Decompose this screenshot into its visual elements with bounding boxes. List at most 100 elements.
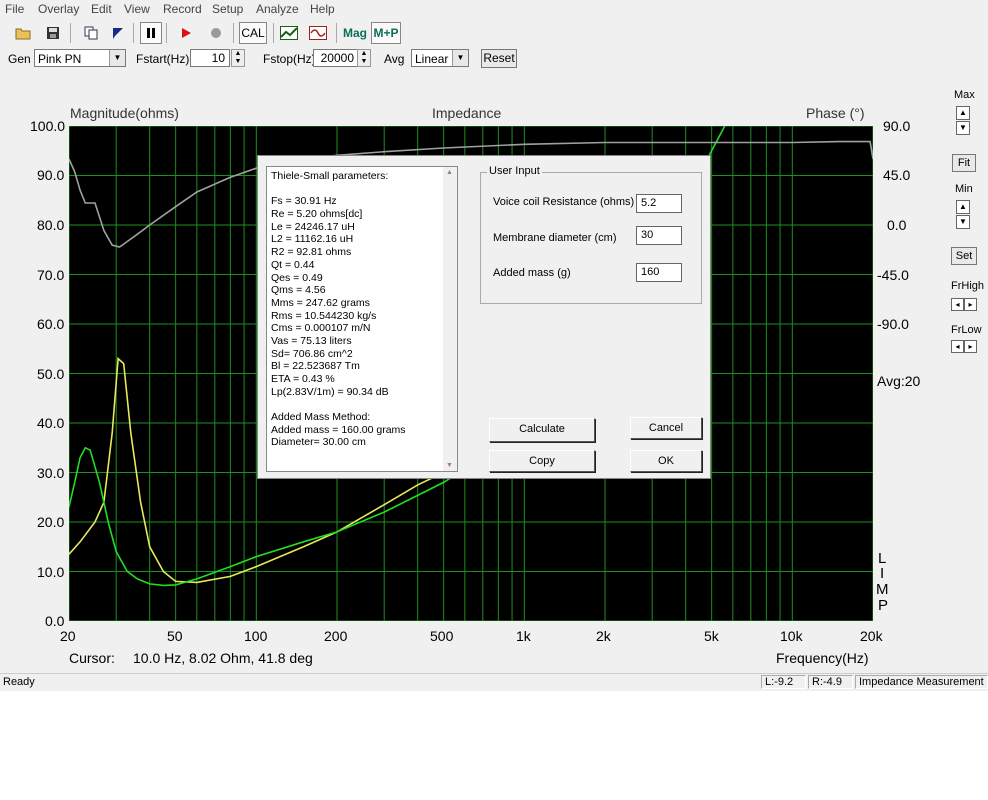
mp-button[interactable]: M+P [371, 22, 401, 44]
y-tick-label: 0.0 [45, 613, 65, 629]
fstop-spinner[interactable]: ▲ ▼ [357, 49, 371, 67]
phase-axis-title: Phase (°) [806, 105, 865, 121]
ts-parameter-line: Mms = 247.62 grams [271, 296, 370, 309]
ts-parameters-list[interactable]: Thiele-Small parameters: Fs = 30.91 Hz Re … [266, 166, 458, 472]
ts-parameter-line: Vas = 75.13 liters [271, 334, 352, 347]
fstart-input[interactable]: 10 [190, 49, 230, 67]
y-tick-label: 100.0 [30, 118, 66, 134]
x-tick-label: 100 [244, 628, 268, 644]
scrollbar[interactable]: ▲ ▼ [443, 167, 457, 471]
limp-letter: I [880, 565, 885, 582]
gen-select[interactable]: Pink PN ▼ [34, 49, 126, 67]
ts-parameter-line: Lp(2.83V/1m) = 90.34 dB [271, 385, 389, 398]
control-bar: Gen Pink PN ▼ Fstart(Hz) 10 ▲ ▼ Fstop(Hz)… [0, 46, 988, 70]
membrane-diameter-label: Membrane diameter (cm) [493, 232, 617, 244]
waveform-icon[interactable] [307, 22, 329, 44]
added-mass-input[interactable]: 160 [636, 263, 682, 282]
min-down-arrow-icon[interactable]: ▼ [956, 215, 970, 229]
fstop-input[interactable]: 20000 [313, 49, 359, 67]
cancel-button[interactable]: Cancel [630, 417, 702, 439]
min-up-arrow-icon[interactable]: ▲ [956, 200, 970, 214]
status-mode: Impedance Measurement [855, 675, 988, 689]
menu-view[interactable]: View [124, 2, 150, 16]
stop-icon[interactable] [205, 22, 227, 44]
menu-help[interactable]: Help [310, 2, 335, 16]
phase-tick-label: -90.0 [877, 316, 909, 332]
cursor-label: Cursor: [69, 650, 115, 666]
ts-parameter-line: Re = 5.20 ohms[dc] [271, 208, 363, 221]
ts-parameter-line: Added Mass Method: [271, 411, 371, 424]
x-tick-label: 1k [516, 628, 531, 644]
menu-overlay[interactable]: Overlay [38, 2, 79, 16]
limp-letter: M [876, 581, 889, 598]
ts-parameter-line: Qes = 0.49 [271, 271, 323, 284]
phase-tick-label: 90.0 [883, 118, 911, 134]
x-tick-label: 200 [324, 628, 348, 644]
voice-coil-input[interactable]: 5.2 [636, 194, 682, 213]
fstart-spinner[interactable]: ▲ ▼ [231, 49, 245, 67]
ts-parameter-line: Rms = 10.544230 kg/s [271, 309, 377, 322]
menu-setup[interactable]: Setup [212, 2, 243, 16]
flag-icon[interactable] [107, 22, 129, 44]
calculate-button[interactable]: Calculate [489, 418, 595, 442]
copy-icon[interactable] [80, 22, 102, 44]
ts-parameter-line: Le = 24246.17 uH [271, 220, 355, 233]
reset-button[interactable]: Reset [481, 49, 517, 68]
y-tick-label: 20.0 [37, 514, 65, 530]
menu-bar: File Overlay Edit View Record Setup Anal… [0, 0, 988, 18]
status-left-value: L:-9.2 [761, 675, 806, 689]
cal-button[interactable]: CAL [239, 22, 267, 44]
menu-file[interactable]: File [5, 2, 24, 16]
copy-button[interactable]: Copy [489, 450, 595, 472]
toolbar: CAL Mag M+P [0, 20, 988, 46]
set-button[interactable]: Set [951, 247, 977, 265]
record-icon[interactable] [175, 22, 197, 44]
response-icon[interactable] [278, 22, 300, 44]
open-folder-icon[interactable] [12, 22, 34, 44]
ts-parameter-line: Sd= 706.86 cm^2 [271, 347, 353, 360]
avg-readout: Avg:20 [877, 373, 921, 389]
ts-parameter-line: Fs = 30.91 Hz [271, 195, 337, 208]
ts-parameter-line [267, 183, 457, 196]
frhigh-left-arrow-icon[interactable]: ◂ [951, 298, 964, 311]
frlow-right-arrow-icon[interactable]: ▸ [964, 340, 977, 353]
fit-button[interactable]: Fit [952, 154, 976, 172]
pause-icon[interactable] [140, 22, 162, 44]
fstop-label: Fstop(Hz) [263, 52, 316, 66]
cursor-readout: 10.0 Hz, 8.02 Ohm, 41.8 deg [133, 650, 313, 666]
max-down-arrow-icon[interactable]: ▼ [956, 121, 970, 135]
y-tick-label: 90.0 [37, 167, 65, 183]
scroll-up-arrow-icon[interactable]: ▲ [446, 169, 453, 176]
ts-parameter-line: Qms = 4.56 [271, 284, 326, 297]
status-right-value: R:-4.9 [808, 675, 853, 689]
frhigh-right-arrow-icon[interactable]: ▸ [964, 298, 977, 311]
frlow-left-arrow-icon[interactable]: ◂ [951, 340, 964, 353]
user-input-title: User Input [487, 165, 542, 177]
ts-parameter-line [267, 398, 457, 411]
x-tick-label: 2k [596, 628, 611, 644]
y-tick-label: 80.0 [37, 217, 65, 233]
y-tick-label: 30.0 [37, 465, 65, 481]
avg-select[interactable]: Linear ▼ [411, 49, 469, 67]
ok-button[interactable]: OK [630, 450, 702, 472]
fstart-label: Fstart(Hz) [136, 52, 190, 66]
menu-record[interactable]: Record [163, 2, 202, 16]
save-disk-icon[interactable] [42, 22, 64, 44]
ts-parameter-line: R2 = 92.81 ohms [271, 246, 352, 259]
y-tick-label: 10.0 [37, 564, 65, 580]
membrane-diameter-input[interactable]: 30 [636, 226, 682, 245]
ts-parameter-line: ETA = 0.43 % [271, 373, 335, 385]
magnitude-axis-title: Magnitude(ohms) [70, 105, 179, 121]
voice-coil-label: Voice coil Resistance (ohms) [493, 196, 635, 208]
y-tick-label: 40.0 [37, 415, 65, 431]
max-up-arrow-icon[interactable]: ▲ [956, 106, 970, 120]
x-tick-label: 20 [60, 628, 76, 644]
mag-button[interactable]: Mag [341, 22, 369, 44]
y-tick-label: 50.0 [37, 366, 65, 382]
scroll-down-arrow-icon[interactable]: ▼ [446, 462, 453, 469]
phase-tick-label: 45.0 [883, 167, 911, 183]
x-tick-label: 20k [860, 628, 883, 644]
menu-edit[interactable]: Edit [91, 2, 112, 16]
menu-analyze[interactable]: Analyze [256, 2, 299, 16]
phase-tick-label: 0.0 [887, 217, 907, 233]
